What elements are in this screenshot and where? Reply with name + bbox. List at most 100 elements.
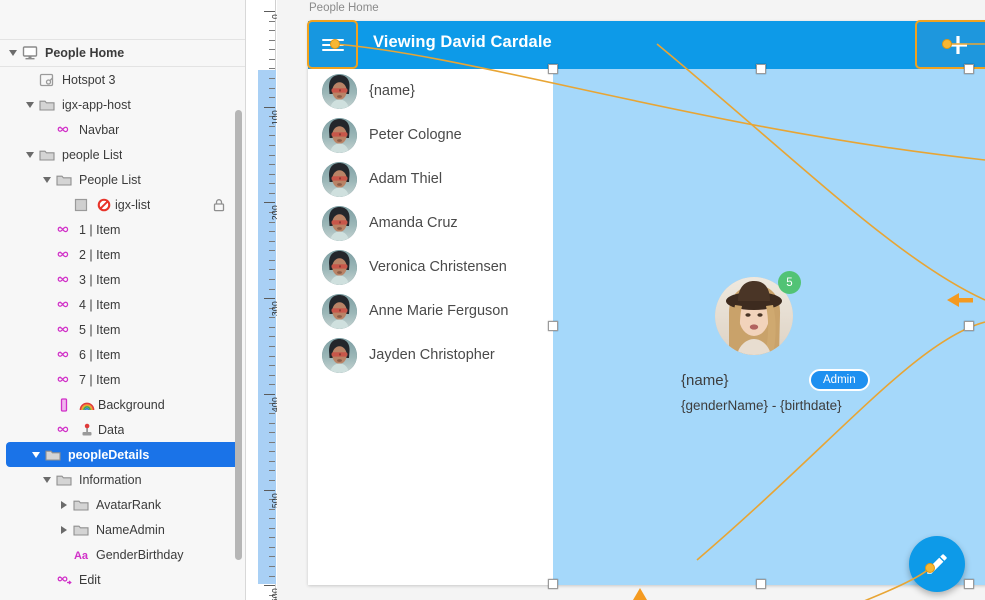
list-item-name: Adam Thiel [369, 171, 443, 187]
ruler-minor-tick [269, 537, 275, 539]
resize-handle-top-right[interactable] [964, 64, 974, 74]
layer-row-5-item[interactable]: 5 | Item [0, 317, 245, 342]
resize-handle-bottom-left[interactable] [548, 579, 558, 589]
layer-row-label: 7 | Item [79, 372, 121, 387]
list-avatar-photo-icon [322, 161, 357, 197]
resize-handle-bottom-right[interactable] [964, 579, 974, 589]
folder-icon [56, 175, 72, 186]
design-canvas[interactable]: People Home Viewing David Cardale {name}… [277, 0, 985, 600]
list-item[interactable]: Peter Cologne [308, 113, 553, 157]
hamburger-menu-icon[interactable] [308, 21, 358, 69]
people-details-panel[interactable]: 5 {name} Admin {genderName} - {birthdate… [553, 69, 985, 592]
component-icon [54, 247, 74, 263]
layer-row-igx-list[interactable]: igx-list [0, 192, 245, 217]
sidebar-scrollbar[interactable] [235, 110, 242, 560]
layer-row-7-item[interactable]: 7 | Item [0, 367, 245, 392]
layer-row-6-item[interactable]: 6 | Item [0, 342, 245, 367]
layer-tree-sidebar[interactable]: People Home Hotspot 3 igx-app-host Navbar pe… [0, 0, 246, 600]
app-bar[interactable]: Viewing David Cardale [308, 21, 985, 69]
component-icon [57, 376, 69, 382]
list-item[interactable]: Adam Thiel [308, 157, 553, 201]
joystick-icon [82, 423, 92, 435]
chevron-down-icon[interactable] [40, 176, 54, 183]
ruler-major-tick [264, 489, 275, 491]
screen-icon [22, 46, 38, 60]
list-item[interactable]: Anne Marie Ferguson [308, 289, 553, 333]
list-item[interactable]: Jayden Christopher [308, 333, 553, 377]
layer-row-2-item[interactable]: 2 | Item [0, 242, 245, 267]
layer-row-nameadmin[interactable]: NameAdmin [0, 517, 245, 542]
people-list[interactable]: {name} Peter Cologne Adam Thiel Amanda Cruz… [308, 69, 553, 585]
layer-tree-list[interactable]: People Home Hotspot 3 igx-app-host Navbar pe… [0, 40, 245, 592]
resize-handle-mid-left[interactable] [548, 321, 558, 331]
layer-row-igx-app-host[interactable]: igx-app-host [0, 92, 245, 117]
chevron-down-icon[interactable] [29, 451, 43, 458]
layer-row-label: People List [79, 172, 141, 187]
ruler-minor-tick [269, 49, 275, 51]
layer-row-background[interactable]: Background [0, 392, 245, 417]
layer-row-hotspot-3[interactable]: Hotspot 3 [0, 67, 245, 92]
layer-row-label: 1 | Item [79, 222, 121, 237]
layer-row-label: people List [62, 147, 123, 162]
layer-row-label: 2 | Item [79, 247, 121, 262]
layer-row-navbar[interactable]: Navbar [0, 117, 245, 142]
chevron-down-icon[interactable] [23, 101, 37, 108]
triangle [26, 101, 34, 108]
ruler-minor-tick [269, 326, 275, 328]
chevron-down-icon[interactable] [23, 151, 37, 158]
list-item-name: Amanda Cruz [369, 215, 458, 231]
resize-handle-mid-right[interactable] [964, 321, 974, 331]
ruler-minor-tick [269, 365, 275, 367]
layer-row-edit[interactable]: Edit [0, 567, 245, 592]
chevron-down-icon[interactable] [40, 476, 54, 483]
component-icon [54, 347, 74, 363]
prototype-editor: People Home Hotspot 3 igx-app-host Navbar pe… [0, 0, 985, 600]
folder-icon [54, 172, 74, 188]
ruler-minor-tick [269, 451, 275, 453]
list-item[interactable]: Amanda Cruz [308, 201, 553, 245]
layer-row-avatarrank[interactable]: AvatarRank [0, 492, 245, 517]
ruler-minor-tick [269, 460, 275, 462]
app-bar-title: Viewing David Cardale [373, 33, 552, 51]
layer-row-1-item[interactable]: 1 | Item [0, 217, 245, 242]
layer-row-genderbirthday[interactable]: Aa GenderBirthday [0, 542, 245, 567]
chevron-down-icon[interactable] [6, 50, 20, 56]
layer-row-4-item[interactable]: 4 | Item [0, 292, 245, 317]
chevron-right-icon[interactable] [57, 500, 71, 509]
triangle [9, 50, 17, 56]
layer-row-people-list[interactable]: People List [0, 167, 245, 192]
ruler-major-tick [264, 298, 275, 300]
component-icon [54, 422, 74, 438]
add-button[interactable] [916, 21, 985, 69]
layer-row-people-home[interactable]: People Home [0, 40, 245, 67]
lock-icon[interactable] [211, 197, 227, 216]
artboard[interactable]: Viewing David Cardale {name} Peter Cologn… [308, 21, 985, 592]
triangle [43, 176, 51, 183]
resize-handle-top-left[interactable] [548, 64, 558, 74]
layer-row-label: 4 | Item [79, 297, 121, 312]
ruler-minor-tick [269, 546, 275, 548]
list-avatar [322, 205, 357, 241]
resize-handle-bottom-center[interactable] [756, 579, 766, 589]
list-item[interactable]: Veronica Christensen [308, 245, 553, 289]
admin-chip[interactable]: Admin [809, 369, 870, 391]
chevron-right-icon[interactable] [57, 525, 71, 534]
ruler-minor-tick [269, 374, 275, 376]
layer-row-peopledetails[interactable]: peopleDetails [6, 442, 239, 467]
ruler-minor-tick [269, 412, 275, 414]
triangle [32, 451, 40, 458]
ruler-minor-tick [269, 259, 275, 261]
screen-icon [20, 45, 40, 61]
layer-row-data[interactable]: Data [0, 417, 245, 442]
ruler-minor-tick [269, 125, 275, 127]
layer-row-information[interactable]: Information [0, 467, 245, 492]
avatar-rank-group[interactable]: 5 [715, 271, 801, 355]
resize-handle-top-center[interactable] [756, 64, 766, 74]
ruler-major-tick [264, 106, 275, 108]
layer-row-3-item[interactable]: 3 | Item [0, 267, 245, 292]
list-item[interactable]: {name} [308, 69, 553, 113]
edit-fab[interactable] [909, 536, 965, 592]
layer-row-people-list[interactable]: people List [0, 142, 245, 167]
ruler-minor-tick [269, 508, 275, 510]
ruler-minor-tick [269, 336, 275, 338]
